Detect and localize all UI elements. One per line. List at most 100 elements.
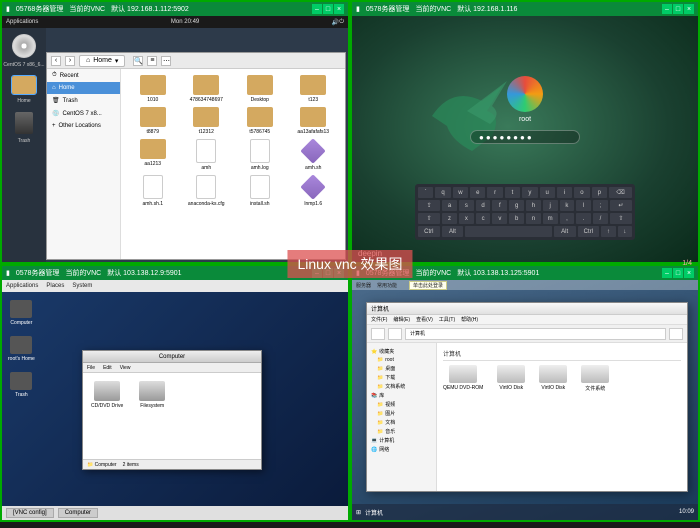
task-computer[interactable]: Computer: [58, 508, 98, 518]
menu-button[interactable]: ⋯: [161, 56, 171, 66]
key-`[interactable]: `: [418, 187, 433, 198]
view-menu[interactable]: View: [120, 365, 131, 371]
nav-favorites[interactable]: ⭐收藏夹: [369, 347, 434, 356]
file-item[interactable]: amh.sh.1: [127, 175, 179, 207]
key-.[interactable]: .: [576, 213, 591, 224]
file-item[interactable]: install.sh: [234, 175, 286, 207]
file-item[interactable]: aa1213: [127, 139, 179, 171]
edit-menu[interactable]: Edit: [103, 365, 112, 371]
nav-computer[interactable]: 💻计算机: [369, 436, 434, 445]
trash-icon[interactable]: [15, 112, 33, 134]
window-body[interactable]: CD/DVD Drive Filesystem: [83, 373, 261, 459]
help-menu[interactable]: 帮助(H): [461, 316, 478, 323]
key-/[interactable]: /: [593, 213, 608, 224]
nav-videos[interactable]: 📁视频: [369, 400, 434, 409]
key-Ctrl[interactable]: Ctrl: [418, 226, 440, 237]
key-x[interactable]: x: [459, 213, 474, 224]
close-button[interactable]: ×: [684, 268, 694, 278]
windows-desktop[interactable]: 服务器 常用功能 单击此处登录 计算机 文件(F) 编辑(E) 查看(V) 工具…: [352, 280, 698, 520]
gnome-desktop[interactable]: Applications Mon 20:49 🔊 ⏻ CentOS 7 x86_…: [2, 16, 348, 262]
maximize-button[interactable]: □: [673, 4, 683, 14]
trash-icon[interactable]: Trash: [8, 372, 35, 398]
key-⇪[interactable]: ⇪: [418, 200, 440, 211]
home-folder-icon[interactable]: [12, 76, 36, 94]
sidebar-centos[interactable]: 💿 CentOS 7 x8...: [47, 107, 120, 120]
key-s[interactable]: s: [459, 200, 474, 211]
file-item[interactable]: t5786745: [234, 107, 286, 135]
key-l[interactable]: l: [576, 200, 591, 211]
breadcrumb-home[interactable]: ⌂Home▾: [79, 55, 125, 67]
drive-qemu-dvd[interactable]: QEMU DVD-ROM: [443, 365, 483, 392]
tray-clock[interactable]: 10:09: [679, 509, 694, 515]
drive-filesystem[interactable]: 文件系统: [581, 365, 609, 392]
key-n[interactable]: n: [526, 213, 541, 224]
key-Ctrl[interactable]: Ctrl: [578, 226, 600, 237]
filesystem-drive[interactable]: Filesystem: [139, 381, 165, 451]
file-item[interactable]: 1010: [127, 75, 179, 103]
drive-virtio-1[interactable]: VirtIO Disk: [497, 365, 525, 392]
power-icon[interactable]: ⏻: [339, 19, 344, 26]
maximize-button[interactable]: □: [673, 268, 683, 278]
login-notice[interactable]: 单击此处登录: [409, 281, 447, 290]
fm-file-grid[interactable]: 1010478634748697Desktopt123t8879t12312t5…: [121, 69, 345, 259]
file-menu[interactable]: 文件(F): [371, 316, 387, 323]
key-o[interactable]: o: [574, 187, 589, 198]
drive-virtio-2[interactable]: VirtIO Disk: [539, 365, 567, 392]
nav-root[interactable]: 📁root: [369, 356, 434, 364]
key-t[interactable]: t: [505, 187, 520, 198]
forward-button[interactable]: ›: [65, 56, 75, 66]
refresh-button[interactable]: [669, 328, 683, 340]
key-c[interactable]: c: [476, 213, 491, 224]
vnc-titlebar[interactable]: ▮ 05768务器管理 当前的VNC 默认 192.168.1.112:5902…: [2, 2, 348, 16]
file-item[interactable]: amh.sh: [288, 139, 340, 171]
nav-network[interactable]: 🌐网络: [369, 445, 434, 454]
vnc-titlebar[interactable]: ▮ 0578务器管理 当前的VNC 默认 192.168.1.116 –□×: [352, 2, 698, 16]
applications-menu[interactable]: Applications: [6, 283, 38, 289]
key-e[interactable]: e: [470, 187, 485, 198]
close-button[interactable]: ×: [334, 4, 344, 14]
address-bar[interactable]: 计算机: [405, 328, 666, 340]
key-⇧[interactable]: ⇧: [418, 213, 440, 224]
key-r[interactable]: r: [487, 187, 502, 198]
key-⌫[interactable]: ⌫: [609, 187, 632, 198]
cddvd-drive[interactable]: CD/DVD Drive: [91, 381, 123, 451]
cd-icon[interactable]: [12, 34, 36, 58]
nav-downloads[interactable]: 📁下载: [369, 373, 434, 382]
key-b[interactable]: b: [509, 213, 524, 224]
gnome-topbar[interactable]: Applications Mon 20:49 🔊 ⏻: [2, 16, 348, 28]
edit-menu[interactable]: 编辑(E): [393, 316, 410, 323]
places-menu[interactable]: Places: [46, 283, 64, 289]
back-button[interactable]: [371, 328, 385, 340]
file-item[interactable]: aa13afafafs13: [288, 107, 340, 135]
start-button[interactable]: ⊞: [356, 509, 361, 516]
nav-music[interactable]: 📁音乐: [369, 427, 434, 436]
sidebar-other[interactable]: + Other Locations: [47, 120, 120, 132]
maximize-button[interactable]: □: [323, 4, 333, 14]
file-item[interactable]: amh.log: [234, 139, 286, 171]
minimize-button[interactable]: –: [312, 4, 322, 14]
home-icon[interactable]: root's Home: [8, 336, 35, 362]
close-button[interactable]: ×: [684, 4, 694, 14]
key-d[interactable]: d: [476, 200, 491, 211]
key-,[interactable]: ,: [560, 213, 575, 224]
applications-menu[interactable]: Applications: [6, 19, 38, 25]
sidebar-trash[interactable]: 🗑 Trash: [47, 94, 120, 107]
key-k[interactable]: k: [560, 200, 575, 211]
key-m[interactable]: m: [543, 213, 558, 224]
key-z[interactable]: z: [442, 213, 457, 224]
gnome2-taskbar[interactable]: [VNC config] Computer: [2, 506, 348, 520]
windows-taskbar[interactable]: ⊞ 计算机 10:09: [352, 504, 698, 520]
menu-server[interactable]: 服务器: [356, 282, 371, 289]
key-↑[interactable]: ↑: [601, 226, 615, 237]
file-item[interactable]: Desktop: [234, 75, 286, 103]
task-explorer[interactable]: 计算机: [365, 508, 383, 517]
nav-libraries[interactable]: 📚库: [369, 391, 434, 400]
key-space[interactable]: [465, 226, 552, 237]
nav-documents[interactable]: 📁文档: [369, 418, 434, 427]
clock[interactable]: Mon 20:49: [171, 19, 199, 25]
sidebar-home[interactable]: ⌂ Home: [47, 82, 120, 94]
key-↓[interactable]: ↓: [618, 226, 632, 237]
key-j[interactable]: j: [543, 200, 558, 211]
view-menu[interactable]: 查看(V): [416, 316, 433, 323]
key-;[interactable]: ;: [593, 200, 608, 211]
